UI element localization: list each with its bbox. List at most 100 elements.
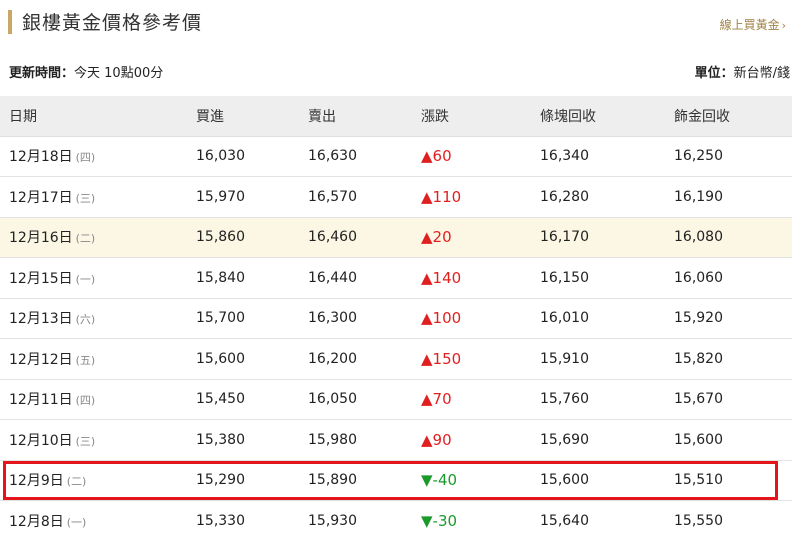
update-time-value: 今天 10點00分 <box>74 66 164 81</box>
date-cell: 12月8日 (一) <box>0 501 196 533</box>
date-value: 12月8日 <box>9 513 64 530</box>
table-row: 12月9日 (二) 15,290 15,890 ▼-40 15,600 15,510 <box>0 460 792 501</box>
date-cell: 12月10日 (三) <box>0 420 196 461</box>
unit-value: 新台幣/錢 <box>733 66 790 81</box>
change-cell: ▲20 <box>421 228 452 247</box>
jewelry-recycle-cell: 16,060 <box>674 269 723 286</box>
table-row: 12月11日 (四) 15,450 16,050 ▲70 15,760 15,670 <box>0 379 792 420</box>
change-cell: ▲110 <box>421 187 462 206</box>
table-row: 12月10日 (三) 15,380 15,980 ▲90 15,690 15,600 <box>0 420 792 461</box>
bar-recycle-cell: 16,280 <box>540 188 589 205</box>
date-cell: 12月18日 (四) <box>0 136 196 177</box>
update-time-label: 更新時間： <box>9 66 75 81</box>
date-value: 12月16日 <box>9 230 73 247</box>
column-header-sell: 賣出 <box>308 96 421 137</box>
bar-recycle-cell: 15,690 <box>540 431 589 448</box>
buy-price-cell: 16,030 <box>196 148 245 165</box>
sell-price-cell: 16,570 <box>308 188 357 205</box>
change-cell: ▲70 <box>421 390 452 409</box>
jewelry-recycle-cell: 15,920 <box>674 310 723 327</box>
bar-recycle-cell: 15,640 <box>540 512 589 529</box>
date-value: 12月18日 <box>9 149 73 166</box>
sell-price-cell: 16,050 <box>308 391 357 408</box>
buy-price-cell: 15,700 <box>196 310 245 327</box>
jewelry-recycle-cell: 15,670 <box>674 391 723 408</box>
buy-price-cell: 15,380 <box>196 431 245 448</box>
change-cell: ▲140 <box>421 268 462 287</box>
sell-price-cell: 15,930 <box>308 512 357 529</box>
buy-price-cell: 15,330 <box>196 512 245 529</box>
change-cell: ▲150 <box>421 349 462 368</box>
date-value: 12月9日 <box>9 473 64 490</box>
column-header-jewelry-recycle: 飾金回收 <box>674 96 792 137</box>
bar-recycle-cell: 16,340 <box>540 148 589 165</box>
sell-price-cell: 15,890 <box>308 472 357 489</box>
table-row: 12月8日 (一) 15,330 15,930 ▼-30 15,640 15,550 <box>0 501 792 533</box>
sell-price-cell: 16,200 <box>308 350 357 367</box>
table-header-row: 日期 買進 賣出 漲跌 條塊回收 飾金回收 <box>0 96 792 137</box>
change-cell: ▲60 <box>421 147 452 166</box>
date-cell: 12月12日 (五) <box>0 339 196 380</box>
date-value: 12月11日 <box>9 392 73 409</box>
table-row: 12月17日 (三) 15,970 16,570 ▲110 16,280 16,190 <box>0 177 792 218</box>
change-cell: ▲100 <box>421 309 462 328</box>
change-cell: ▲90 <box>421 430 452 449</box>
jewelry-recycle-cell: 15,600 <box>674 431 723 448</box>
date-cell: 12月15日 (一) <box>0 258 196 299</box>
weekday-value: (二) <box>75 232 96 246</box>
bar-recycle-cell: 16,170 <box>540 229 589 246</box>
buy-price-cell: 15,600 <box>196 350 245 367</box>
date-cell: 12月13日 (六) <box>0 298 196 339</box>
bar-recycle-cell: 15,600 <box>540 472 589 489</box>
date-value: 12月12日 <box>9 351 73 368</box>
jewelry-recycle-cell: 15,820 <box>674 350 723 367</box>
date-value: 12月17日 <box>9 189 73 206</box>
column-header-date: 日期 <box>0 96 196 137</box>
buy-gold-online-link[interactable]: 線上買黃金 › <box>720 16 786 33</box>
update-time: 更新時間：今天 10點00分 <box>9 62 163 81</box>
date-cell: 12月16日 (二) <box>0 217 196 258</box>
jewelry-recycle-cell: 15,510 <box>674 472 723 489</box>
buy-price-cell: 15,450 <box>196 391 245 408</box>
bar-recycle-cell: 15,910 <box>540 350 589 367</box>
column-header-change: 漲跌 <box>421 96 540 137</box>
weekday-value: (三) <box>75 434 96 448</box>
bar-recycle-cell: 16,010 <box>540 310 589 327</box>
table-row: 12月13日 (六) 15,700 16,300 ▲100 16,010 15,920 <box>0 298 792 339</box>
date-value: 12月10日 <box>9 432 73 449</box>
jewelry-recycle-cell: 16,190 <box>674 188 723 205</box>
date-cell: 12月17日 (三) <box>0 177 196 218</box>
weekday-value: (三) <box>75 191 96 205</box>
weekday-value: (一) <box>75 272 96 286</box>
gold-price-table: 日期 買進 賣出 漲跌 條塊回收 飾金回收 12月18日 (四) 16,030 16,… <box>0 96 792 533</box>
jewelry-recycle-cell: 16,080 <box>674 229 723 246</box>
weekday-value: (四) <box>75 394 96 408</box>
table-row: 12月15日 (一) 15,840 16,440 ▲140 16,150 16,060 <box>0 258 792 299</box>
unit-label: 單位： <box>694 66 734 81</box>
page-title: 銀樓黃金價格參考價 <box>22 12 203 34</box>
sell-price-cell: 16,630 <box>308 148 357 165</box>
buy-price-cell: 15,860 <box>196 229 245 246</box>
sell-price-cell: 16,460 <box>308 229 357 246</box>
column-header-bar-recycle: 條塊回收 <box>540 96 674 137</box>
weekday-value: (二) <box>66 475 87 489</box>
date-value: 12月15日 <box>9 270 73 287</box>
sell-price-cell: 16,300 <box>308 310 357 327</box>
buy-price-cell: 15,840 <box>196 269 245 286</box>
change-cell: ▼-30 <box>421 511 458 530</box>
sell-price-cell: 15,980 <box>308 431 357 448</box>
date-cell: 12月9日 (二) <box>0 460 196 501</box>
weekday-value: (五) <box>75 353 96 367</box>
weekday-value: (一) <box>66 515 87 529</box>
weekday-value: (六) <box>75 313 96 327</box>
chevron-right-icon: › <box>781 19 786 32</box>
buy-price-cell: 15,970 <box>196 188 245 205</box>
sell-price-cell: 16,440 <box>308 269 357 286</box>
table-row: 12月16日 (二) 15,860 16,460 ▲20 16,170 16,080 <box>0 217 792 258</box>
table-row: 12月18日 (四) 16,030 16,630 ▲60 16,340 16,250 <box>0 136 792 177</box>
date-value: 12月13日 <box>9 311 73 328</box>
jewelry-recycle-cell: 15,550 <box>674 512 723 529</box>
title-accent-bar <box>8 10 12 34</box>
column-header-buy: 買進 <box>196 96 308 137</box>
bar-recycle-cell: 15,760 <box>540 391 589 408</box>
